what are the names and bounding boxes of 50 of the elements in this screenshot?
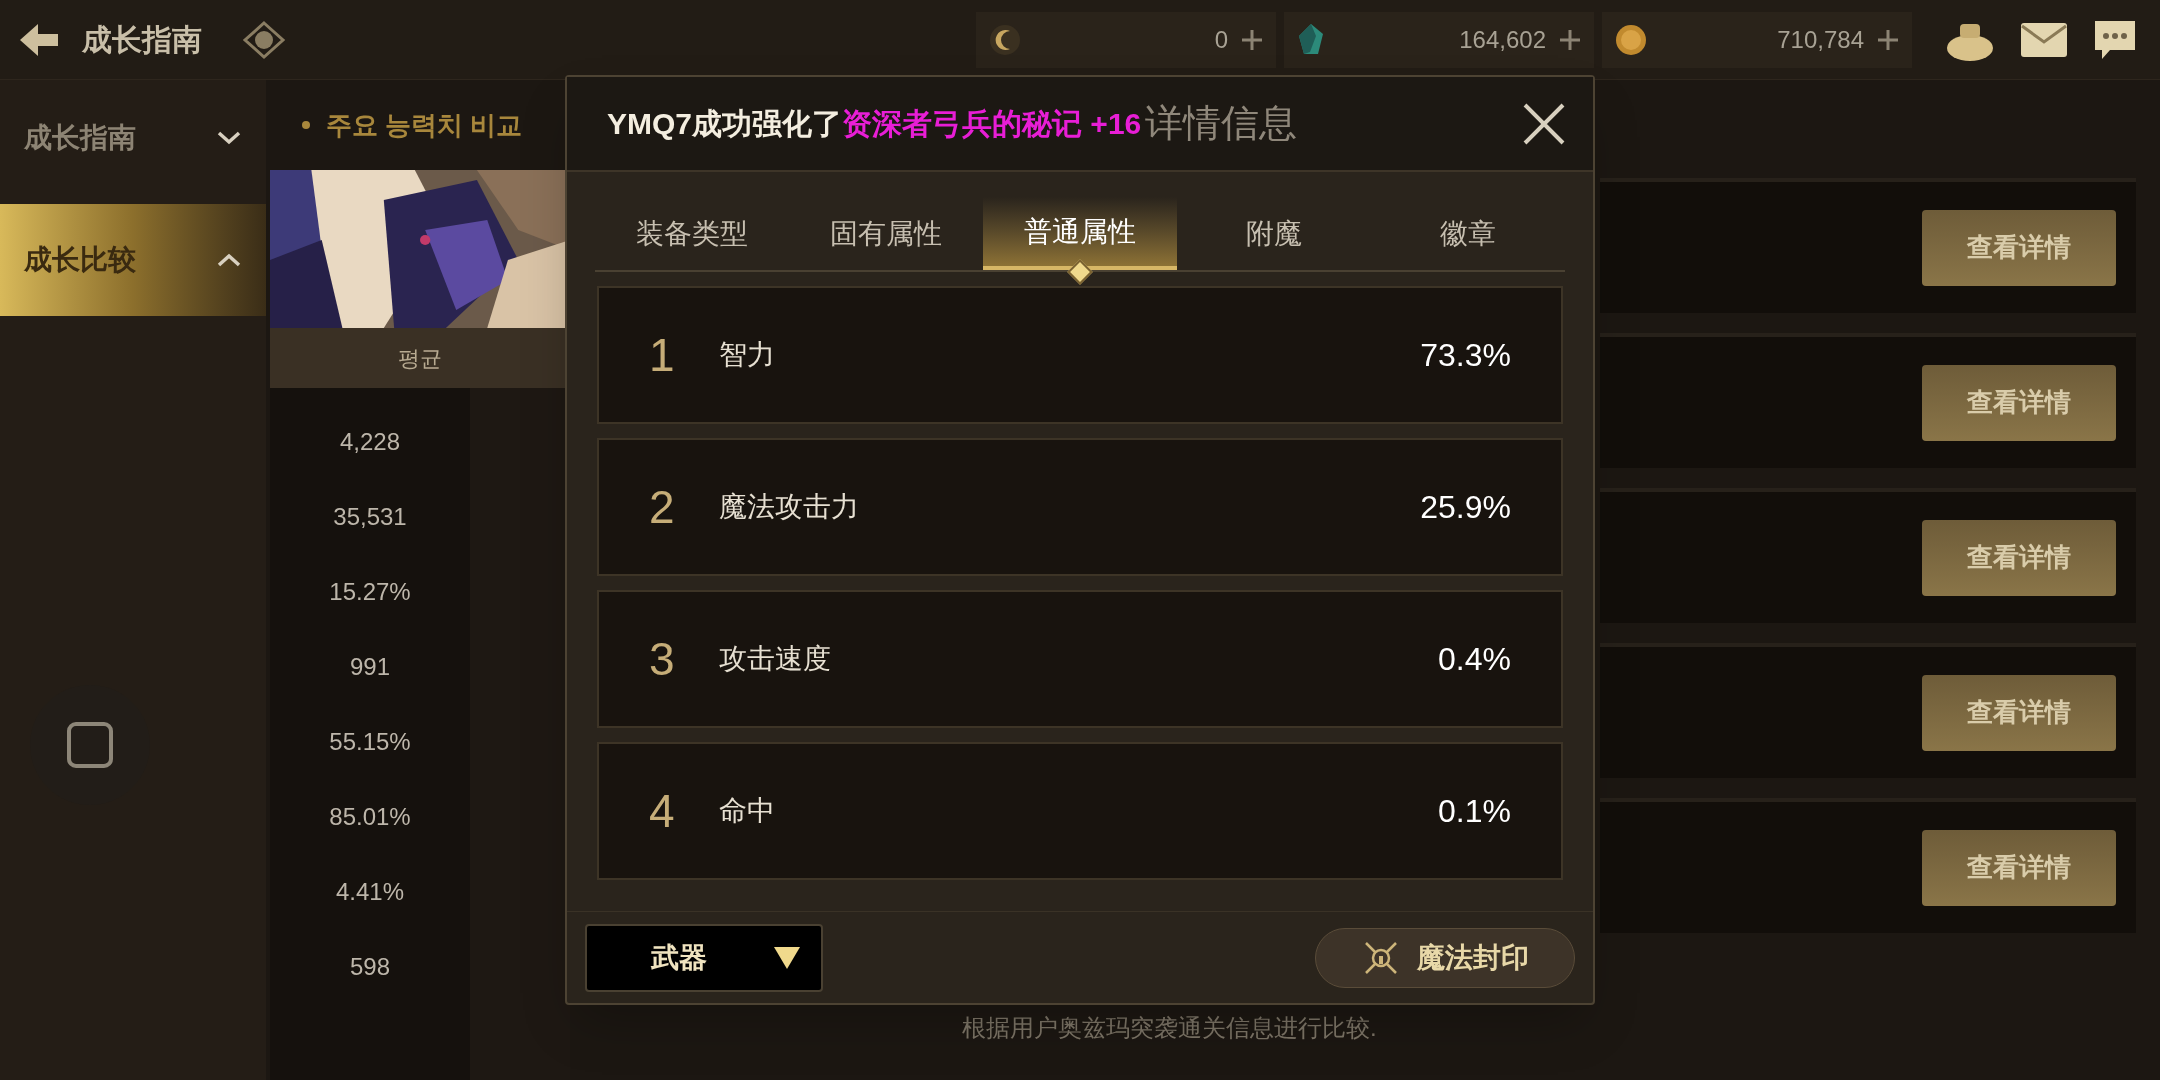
- help-icon[interactable]: [242, 19, 286, 60]
- dropdown-arrow-icon: [773, 945, 801, 970]
- table-cell-text: 15.27%: [328, 576, 412, 607]
- stat-value: 73.3%: [1420, 336, 1511, 375]
- page-title: 成长指南: [82, 22, 202, 58]
- chevron-up-icon: [216, 252, 242, 268]
- coin-icon: [1614, 22, 1648, 57]
- tab[interactable]: 附魔: [1177, 197, 1371, 270]
- table-cell-text: 991: [348, 651, 391, 682]
- table-cell-text: 4,228: [338, 426, 402, 457]
- stat-name: 攻击速度: [719, 642, 831, 676]
- table-cell-text: 598: [348, 951, 391, 982]
- sidebar-item[interactable]: 成长比较: [0, 204, 266, 316]
- table-cell-text: 4.41%: [334, 876, 406, 907]
- table-cell-text: 35,531: [332, 501, 408, 532]
- footnote: 根据用户奥兹玛突袭通关信息进行比较.: [962, 1013, 1377, 1043]
- crescent-icon: [988, 22, 1022, 57]
- stat-value: 0.4%: [1438, 640, 1511, 679]
- mail-icon[interactable]: [2020, 21, 2068, 58]
- stat-name: 命中: [719, 794, 775, 828]
- tab[interactable]: 固有属性: [789, 197, 983, 270]
- stat-name: 魔法攻击力: [719, 490, 859, 524]
- bullet-icon: [302, 121, 310, 129]
- plus-icon[interactable]: [1876, 27, 1900, 52]
- dialog-title: 详情信息: [1145, 101, 1298, 146]
- item-name: 资深者弓兵的秘记 +16: [842, 106, 1142, 142]
- plus-icon[interactable]: [1558, 27, 1582, 52]
- equipment-dropdown[interactable]: 武器: [585, 923, 823, 992]
- tab[interactable]: 普通属性: [983, 197, 1177, 270]
- sidebar-item[interactable]: 成长指南: [0, 96, 266, 180]
- tab[interactable]: 徽章: [1371, 197, 1565, 270]
- currency-amount: 164,602: [1459, 24, 1546, 55]
- stat-name: 智力: [719, 338, 775, 372]
- rank-number: 4: [649, 783, 676, 839]
- plus-icon[interactable]: [1240, 27, 1264, 52]
- currency-amount: 0: [1214, 24, 1228, 55]
- stat-value: 0.1%: [1438, 792, 1511, 831]
- rank-number: 1: [649, 327, 676, 383]
- tab[interactable]: 装备类型: [595, 197, 789, 270]
- section-heading: 주요 능력치 비교: [326, 108, 523, 142]
- notification-text: YMQ7成功强化了: [607, 106, 843, 142]
- currency-amount: 710,784: [1777, 24, 1864, 55]
- chevron-down-icon: [216, 130, 242, 146]
- magic-seal-button[interactable]: 魔法封印: [1315, 927, 1575, 988]
- table-cell-text: 55.15%: [328, 726, 412, 757]
- rank-number: 2: [649, 479, 676, 535]
- stat-value: 25.9%: [1420, 488, 1511, 527]
- rank-number: 3: [649, 631, 676, 687]
- table-cell-text: 85.01%: [328, 801, 412, 832]
- square-icon: [66, 721, 114, 769]
